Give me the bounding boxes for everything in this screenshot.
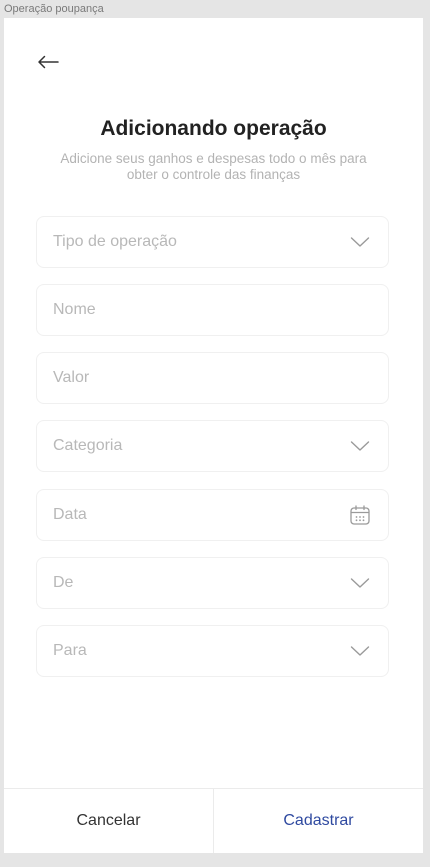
- name-input[interactable]: Nome: [36, 284, 389, 336]
- form-footer: Cancelar Cadastrar: [4, 788, 423, 853]
- arrow-left-icon: [38, 55, 59, 69]
- chevron-down-icon: [348, 571, 372, 595]
- operation-type-select[interactable]: Tipo de operação: [36, 216, 389, 268]
- date-placeholder: Data: [53, 506, 87, 523]
- chevron-down-icon: [348, 639, 372, 663]
- frame-label: Operação poupança: [4, 3, 104, 15]
- to-select[interactable]: Para: [36, 625, 389, 677]
- name-placeholder: Nome: [53, 301, 96, 318]
- page-title: Adicionando operação: [100, 117, 327, 140]
- category-placeholder: Categoria: [53, 437, 123, 454]
- chevron-down-icon: [348, 230, 372, 254]
- calendar-icon[interactable]: [348, 503, 372, 527]
- from-select[interactable]: De: [36, 557, 389, 609]
- chevron-down-icon: [348, 434, 372, 458]
- back-button[interactable]: [36, 50, 60, 74]
- add-operation-screen: Adicionando operação Adicione seus ganho…: [4, 18, 423, 853]
- page-subtitle: Adicione seus ganhos e despesas todo o m…: [60, 151, 367, 182]
- from-placeholder: De: [53, 574, 74, 591]
- cancel-button[interactable]: Cancelar: [4, 789, 214, 853]
- operation-type-placeholder: Tipo de operação: [53, 233, 177, 250]
- to-placeholder: Para: [53, 642, 87, 659]
- value-placeholder: Valor: [53, 369, 90, 386]
- date-input[interactable]: Data: [36, 489, 389, 541]
- category-select[interactable]: Categoria: [36, 420, 389, 472]
- submit-button[interactable]: Cadastrar: [214, 789, 423, 853]
- value-input[interactable]: Valor: [36, 352, 389, 404]
